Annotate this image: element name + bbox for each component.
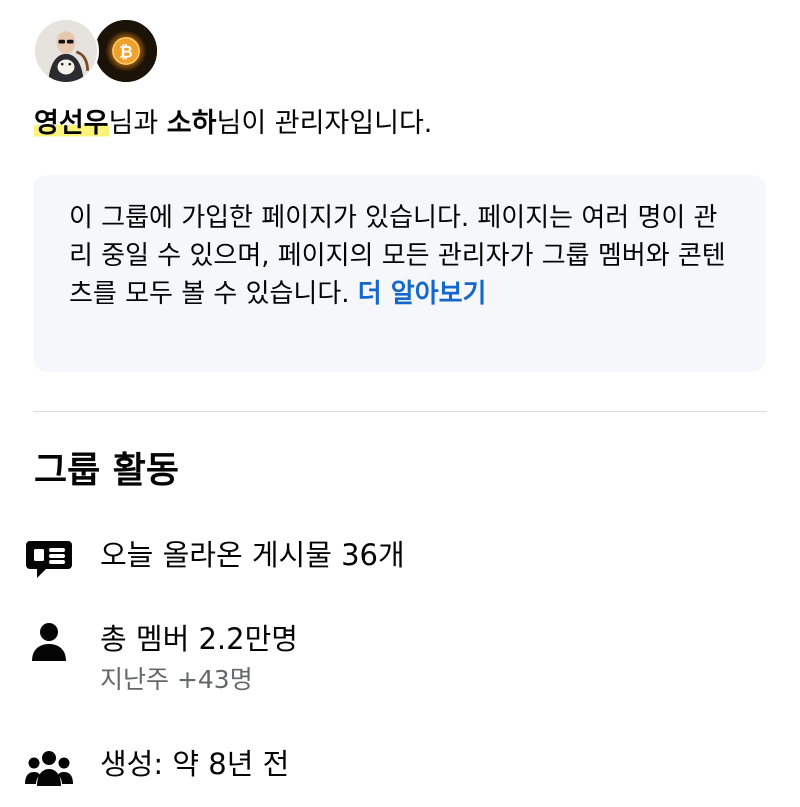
members-last-week-text: 지난주 +43명 bbox=[100, 665, 253, 694]
activity-created: 생성: 약 8년 전 bbox=[24, 742, 764, 792]
admin-avatar-2[interactable]: ₿ bbox=[93, 18, 159, 84]
person-icon bbox=[24, 617, 74, 667]
activity-total-members: 총 멤버 2.2만명 지난주 +43명 bbox=[24, 617, 764, 707]
posts-today-text: 오늘 올라온 게시물 36개 bbox=[100, 538, 405, 572]
admin-avatar-1[interactable] bbox=[33, 18, 99, 84]
admin-name-2[interactable]: 소하 bbox=[167, 108, 217, 139]
pages-info-text: 이 그룹에 가입한 페이지가 있습니다. 페이지는 여러 명이 관리 중일 수 … bbox=[69, 199, 730, 313]
admin-avatars: ₿ bbox=[33, 18, 163, 88]
admins-description: 영선우님과 소하님이 관리자입니다. bbox=[34, 104, 432, 144]
group-activity-title: 그룹 활동 bbox=[34, 450, 180, 491]
pages-info-card: 이 그룹에 가입한 페이지가 있습니다. 페이지는 여러 명이 관리 중일 수 … bbox=[33, 175, 766, 372]
admins-connector-1: 님과 bbox=[108, 108, 167, 139]
admin-photo-1 bbox=[35, 20, 97, 82]
section-divider bbox=[33, 411, 767, 412]
learn-more-link[interactable]: 더 알아보기 bbox=[358, 279, 487, 309]
svg-text:₿: ₿ bbox=[119, 42, 133, 62]
group-icon bbox=[24, 742, 74, 792]
speech-bubble-icon bbox=[24, 533, 74, 583]
admin-name-1[interactable]: 영선우 bbox=[34, 108, 109, 139]
total-members-text: 총 멤버 2.2만명 bbox=[100, 622, 298, 656]
bitcoin-icon: ₿ bbox=[95, 20, 157, 82]
admins-connector-2: 님이 관리자입니다. bbox=[216, 108, 433, 139]
activity-posts-today: 오늘 올라온 게시물 36개 bbox=[24, 533, 764, 583]
created-text: 생성: 약 8년 전 bbox=[100, 747, 290, 781]
